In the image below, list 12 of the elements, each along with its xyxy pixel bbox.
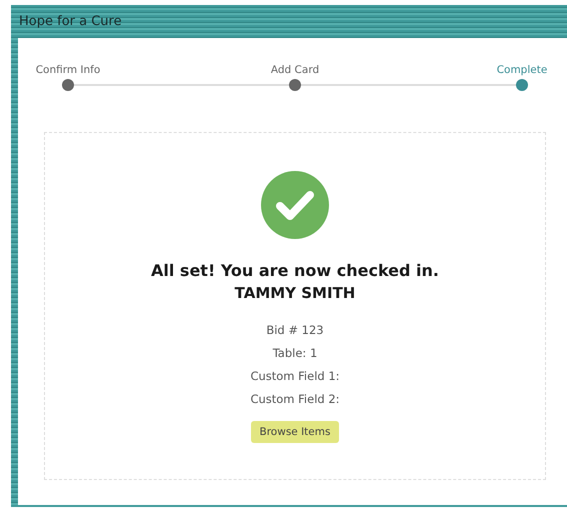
detail-text: Custom Field 2: — [250, 391, 340, 408]
guest-name: TAMMY SMITH — [234, 284, 356, 302]
confirmation-heading: All set! You are now checked in. — [151, 261, 439, 280]
step-label: Confirm Info — [36, 64, 100, 76]
step-label: Add Card — [270, 64, 320, 76]
browse-items-button[interactable]: Browse Items — [250, 421, 340, 443]
detail-text: Bid # 123 — [266, 322, 324, 339]
detail-text: Custom Field 1: — [250, 368, 340, 385]
check-circle-icon — [261, 171, 329, 239]
detail-text: Table: 1 — [272, 345, 318, 362]
event-title: Hope for a Cure — [19, 14, 122, 29]
step-label: Complete — [496, 64, 548, 76]
